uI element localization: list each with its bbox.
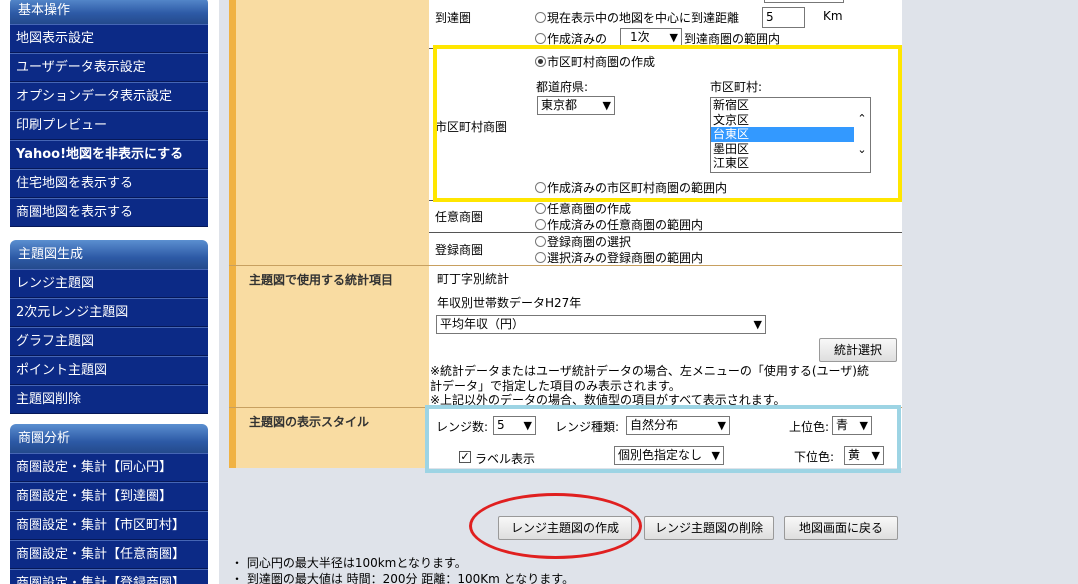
sidebar-item-graph-map[interactable]: グラフ主題図 [10,327,208,356]
sidebar-section-title: 基本操作 [10,0,208,24]
delete-range-map-button[interactable]: レンジ主題図の削除 [644,516,774,540]
chevron-down-icon: ▼ [669,31,678,44]
registered-option-select: 登録商圏の選択 [547,235,632,249]
sidebar-item-area-custom[interactable]: 商圏設定・集計【任意商圏】 [10,540,208,569]
reach-distance-unit: Km [823,9,843,23]
sidebar-item-area-map[interactable]: 商圏地図を表示する [10,198,208,227]
sidebar-item-housing-map[interactable]: 住宅地図を表示する [10,169,208,198]
sidebar-item-area-registered[interactable]: 商圏設定・集計【登録商圏】 [10,569,208,584]
sidebar: 基本操作 地図表示設定 ユーザデータ表示設定 オプションデータ表示設定 印刷プレ… [0,0,218,584]
stats-item-select[interactable]: 平均年収（円） ▼ [436,315,766,334]
sidebar-item-delete-map[interactable]: 主題図削除 [10,385,208,414]
style-label: 主題図の表示スタイル [249,415,370,429]
sidebar-section-thematic: 主題図生成 レンジ主題図 2次元レンジ主題図 グラフ主題図 ポイント主題図 主題… [10,240,208,414]
reach-order-value: 1次 [630,30,650,44]
registered-radio-select[interactable] [535,236,546,247]
custom-option-existing: 作成済みの任意商圏の範囲内 [547,218,704,232]
sidebar-section-title: 主題図生成 [10,240,208,269]
reach-radio-current-map[interactable] [535,12,546,23]
registered-option-existing: 選択済みの登録商圏の範囲内 [547,251,704,265]
sidebar-item-2d-range-map[interactable]: 2次元レンジ主題図 [10,298,208,327]
sidebar-item-option-data[interactable]: オプションデータ表示設定 [10,82,208,111]
sidebar-item-hide-yahoo-map[interactable]: Yahoo!地図を非表示にする [10,140,208,169]
stats-select-button[interactable]: 統計選択 [819,338,897,362]
registered-label: 登録商圏 [435,243,484,257]
sidebar-section-title: 商圏分析 [10,424,208,453]
sidebar-item-area-reach[interactable]: 商圏設定・集計【到達圏】 [10,482,208,511]
divider [429,232,902,233]
sidebar-item-print-preview[interactable]: 印刷プレビュー [10,111,208,140]
stats-label: 主題図で使用する統計項目 [249,273,394,287]
sidebar-item-user-data[interactable]: ユーザデータ表示設定 [10,53,208,82]
clipped-input [764,0,844,3]
stats-category: 町丁字別統計 [437,272,510,286]
stats-dataset: 年収別世帯数データH27年 [437,296,582,310]
label-column-style: 主題図の表示スタイル [229,408,429,468]
sidebar-item-area-concentric[interactable]: 商圏設定・集計【同心円】 [10,453,208,482]
sidebar-item-area-municipal[interactable]: 商圏設定・集計【市区町村】 [10,511,208,540]
highlight-box-municipal [433,45,902,202]
back-to-map-button[interactable]: 地図画面に戻る [784,516,898,540]
custom-radio-create[interactable] [535,203,546,214]
label-column-stats: 主題図で使用する統計項目 [229,266,429,407]
sidebar-section-area: 商圏分析 商圏設定・集計【同心円】 商圏設定・集計【到達圏】 商圏設定・集計【市… [10,424,208,584]
registered-radio-existing[interactable] [535,252,546,263]
custom-label: 任意商圏 [435,210,484,224]
sidebar-section-basic: 基本操作 地図表示設定 ユーザデータ表示設定 オプションデータ表示設定 印刷プレ… [10,0,208,227]
custom-option-create: 任意商圏の作成 [547,202,632,216]
custom-radio-existing[interactable] [535,219,546,230]
sidebar-item-range-map[interactable]: レンジ主題図 [10,269,208,298]
note-radius: ・ 同心円の最大半径は100kmとなります。 [231,556,467,570]
reach-label: 到達圏 [435,11,472,25]
sidebar-item-point-map[interactable]: ポイント主題図 [10,356,208,385]
main-panel: 主題図で使用する統計項目 主題図の表示スタイル 到達圏 現在表示中の地図を中心に… [219,0,1078,584]
stats-item-value: 平均年収（円） [440,317,525,331]
highlight-box-style [425,405,901,473]
reach-distance-input[interactable]: 5 [762,7,805,28]
chevron-down-icon: ▼ [753,318,762,331]
sidebar-item-map-display[interactable]: 地図表示設定 [10,24,208,53]
red-annotation-ellipse [469,493,642,559]
reach-option-current-map: 現在表示中の地図を中心に到達距離 [547,11,740,25]
reach-radio-existing[interactable] [535,33,546,44]
settings-form: 主題図で使用する統計項目 主題図の表示スタイル 到達圏 現在表示中の地図を中心に… [229,0,902,473]
label-column-area [229,0,429,265]
note-reach-max: ・ 到達圏の最大値は 時間：200分 距離：100Km となります。 [231,572,575,584]
